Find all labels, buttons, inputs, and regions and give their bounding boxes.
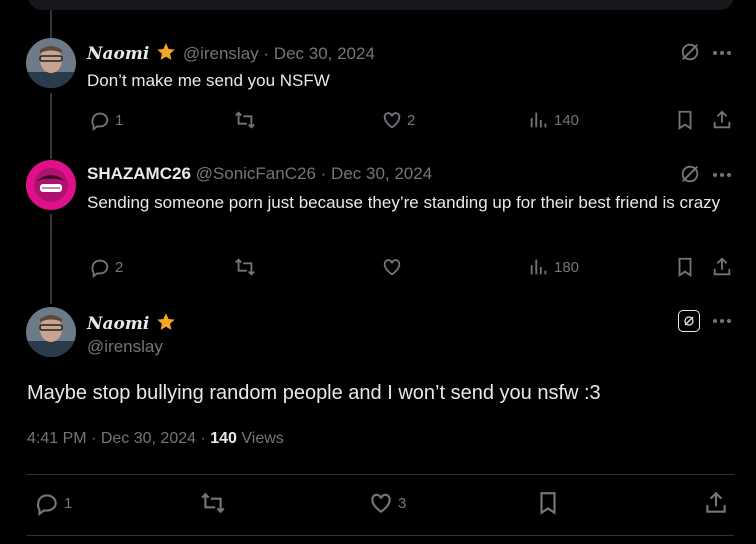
like-icon [383,112,401,129]
view-count: 180 [554,258,580,276]
reply-text: Sending someone porn just because they’r… [87,193,721,212]
views-button[interactable]: 140 [528,109,579,131]
grok-icon[interactable] [679,163,701,185]
main-post-header: Naomi [87,312,176,337]
thread-line [50,93,52,159]
more-icon[interactable] [712,318,732,324]
bookmark-icon [678,257,692,277]
share-icon [713,110,731,129]
retweet-icon [201,492,225,514]
thread-line [50,10,52,38]
grok-icon[interactable] [679,41,701,63]
handle[interactable]: @irenslay [87,337,163,357]
views-label: Views [241,430,284,447]
reply-icon [91,259,109,278]
handle[interactable]: @irenslay [183,44,259,63]
reply-count: 1 [115,111,124,129]
avatar[interactable] [26,38,76,88]
like-button[interactable] [381,256,407,278]
bookmark-button[interactable] [675,256,695,278]
bookmark-icon [540,492,556,515]
avatar[interactable] [26,307,76,357]
post-meta: 4:41 PM · Dec 30, 2024 · 140 Views [27,430,284,448]
like-icon [383,259,401,276]
bookmark-button[interactable] [675,109,695,131]
retweet-button[interactable] [233,256,257,278]
display-name[interactable]: Naomi [87,314,149,334]
handle[interactable]: @SonicFanC26 [196,164,316,183]
like-button[interactable]: 3 [368,490,406,516]
star-badge-icon [156,42,176,67]
display-name[interactable]: Naomi [87,44,149,64]
like-button[interactable]: 2 [381,109,415,131]
retweet-icon [235,111,255,129]
reply-button[interactable]: 2 [89,256,123,278]
reply-icon [91,112,109,131]
separator: · [320,164,327,183]
reply-header: Naomi @irenslay · Dec 30, 2024 [87,42,375,67]
post-date[interactable]: Dec 30, 2024 [274,44,375,63]
share-button[interactable] [711,256,733,278]
post-time[interactable]: 4:41 PM [27,430,87,447]
more-icon[interactable] [712,50,732,56]
retweet-button[interactable] [199,490,227,516]
reply-button[interactable]: 1 [34,490,72,516]
thread-line [50,214,52,304]
more-icon[interactable] [712,172,732,178]
bookmark-icon [678,110,692,130]
reply-button[interactable]: 1 [89,109,123,131]
reply-header: SHAZAMC26 @SonicFanC26 · Dec 30, 2024 [87,164,432,184]
retweet-icon [235,258,255,276]
retweet-button[interactable] [233,109,257,131]
like-count: 3 [398,494,407,512]
share-icon [713,257,731,276]
post-date[interactable]: Dec 30, 2024 [101,430,196,447]
share-button[interactable] [703,490,729,516]
separator: · [91,430,97,447]
separator: · [263,44,270,63]
views-button[interactable]: 180 [528,256,579,278]
view-count: 140 [554,111,580,129]
reply-count: 1 [64,494,73,512]
post-date[interactable]: Dec 30, 2024 [331,164,432,183]
share-button[interactable] [711,109,733,131]
previous-post-card [28,0,734,10]
main-post-text: Maybe stop bullying random people and I … [27,382,601,404]
bookmark-button[interactable] [537,490,559,516]
share-icon [706,491,726,513]
divider [27,535,734,536]
like-count: 2 [407,111,416,129]
views-icon [530,259,547,275]
reply-count: 2 [115,258,124,276]
reply-text: Don’t make me send you NSFW [87,71,330,90]
divider [27,474,734,475]
views-icon [530,112,547,128]
display-name[interactable]: SHAZAMC26 [87,164,191,183]
like-icon [371,493,391,513]
views-count: 140 [210,430,237,447]
separator: · [200,430,206,447]
reply-icon [36,494,57,516]
avatar[interactable] [26,160,76,210]
star-badge-icon [156,312,176,337]
grok-icon[interactable] [678,310,700,332]
